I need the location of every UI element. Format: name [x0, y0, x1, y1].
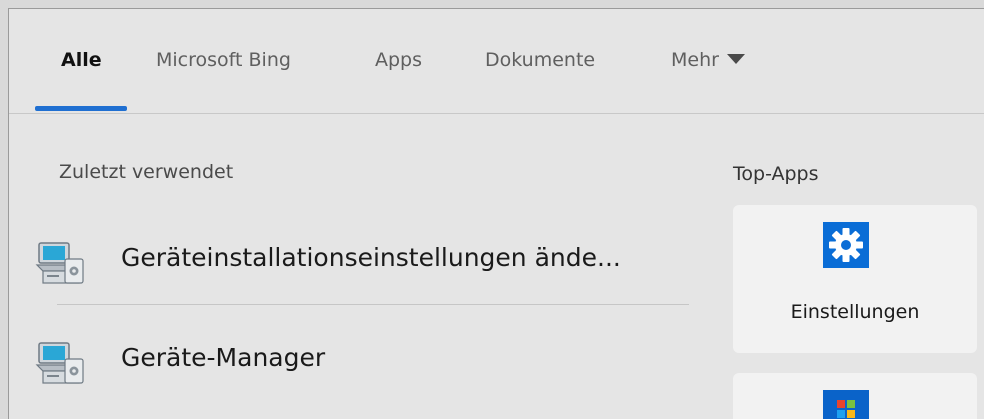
- tab-mehr-label: Mehr: [671, 49, 719, 71]
- tab-dokumente[interactable]: Dokumente: [485, 49, 595, 71]
- device-installation-icon: [35, 242, 84, 284]
- device-manager-icon: [35, 342, 84, 384]
- tab-alle[interactable]: Alle: [61, 49, 102, 71]
- active-tab-indicator: [35, 106, 127, 111]
- recent-divider: [57, 304, 689, 305]
- app-tile-settings[interactable]: Einstellungen: [733, 205, 977, 353]
- recent-section-title: Zuletzt verwendet: [59, 161, 234, 183]
- app-tile-store[interactable]: [733, 373, 977, 419]
- recent-item-device-manager[interactable]: Geräte-Manager: [9, 319, 649, 399]
- search-panel: Alle Microsoft Bing Apps Dokumente Mehr …: [8, 8, 984, 419]
- recent-item-label: Geräteinstallationseinstellungen ände...: [121, 243, 621, 272]
- app-tile-label: Einstellungen: [790, 301, 920, 323]
- tab-apps[interactable]: Apps: [375, 49, 422, 71]
- settings-gear-icon: [823, 222, 869, 268]
- caret-down-icon: [726, 53, 745, 64]
- recent-item-label: Geräte-Manager: [121, 343, 326, 372]
- search-tabs: Alle Microsoft Bing Apps Dokumente Mehr: [9, 9, 984, 114]
- store-icon: [823, 390, 869, 419]
- tab-mehr[interactable]: Mehr: [671, 49, 745, 71]
- top-apps-title: Top-Apps: [733, 163, 819, 185]
- tab-microsoft-bing[interactable]: Microsoft Bing: [156, 49, 291, 71]
- recent-item-device-installation[interactable]: Geräteinstallationseinstellungen ände...: [9, 219, 649, 299]
